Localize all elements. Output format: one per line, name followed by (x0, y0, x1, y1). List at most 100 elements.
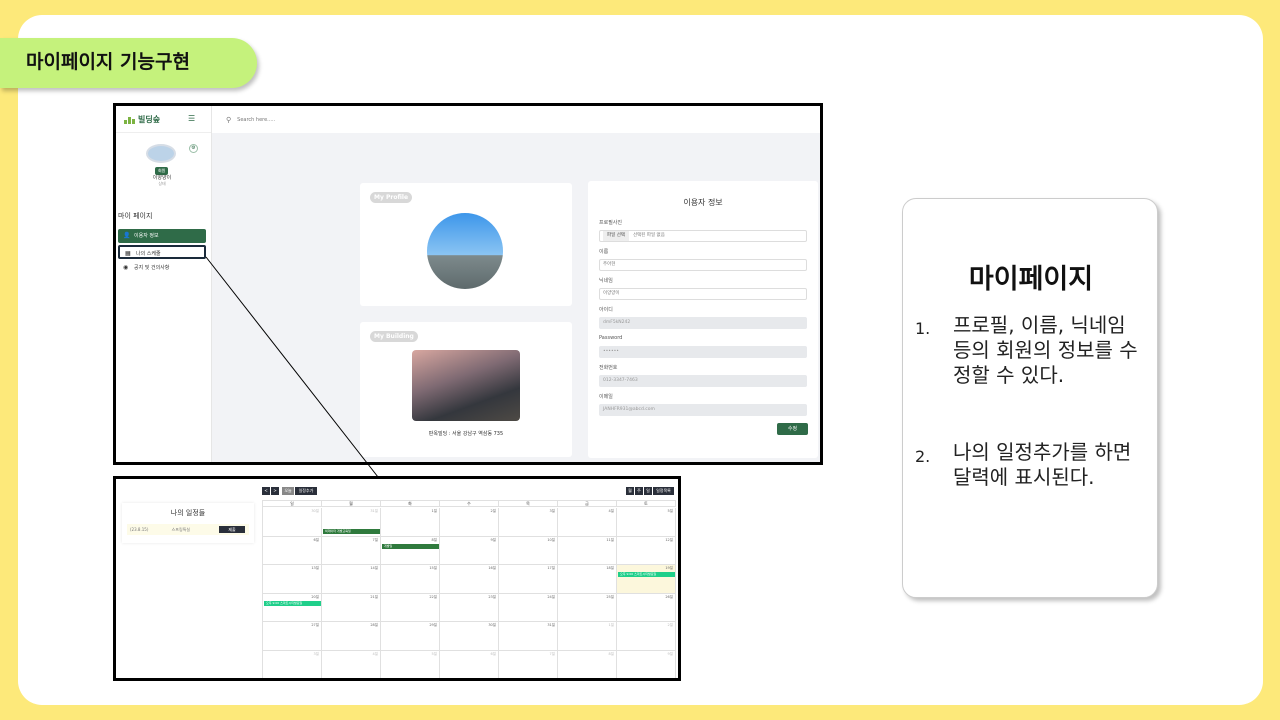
sidebar-item-label: 나의 스케줄 (136, 251, 161, 257)
view-week-button[interactable]: 주 (635, 487, 643, 495)
add-schedule-button[interactable]: 일정추가 (295, 487, 317, 495)
building-logo-icon (124, 115, 136, 124)
sidebar-item-user-info[interactable]: 👤 이용자 정보 (118, 229, 206, 243)
notice-icon: ◉ (123, 264, 129, 271)
gear-icon[interactable]: ⚙ (189, 144, 198, 153)
calendar-day[interactable]: 7일 (322, 536, 381, 565)
calendar-day[interactable]: 30일 (440, 622, 499, 651)
calendar-day[interactable]: 5일 (381, 650, 440, 678)
calendar-day[interactable]: 24일 (499, 593, 558, 622)
calendar-day[interactable]: 2일 (617, 622, 676, 651)
calendar-event[interactable]: 오후 9:00 스마트시티발표일 (618, 572, 675, 577)
weekday-header: 화 (381, 501, 440, 507)
calendar-day[interactable]: 22일 (381, 593, 440, 622)
calendar-day[interactable]: 18일 (558, 565, 617, 594)
sidebar-item-label: 공지 및 건의사항 (134, 265, 170, 271)
field-label: 이름 (599, 249, 609, 255)
calendar-day[interactable]: 6일 (263, 536, 322, 565)
calendar-event[interactable]: 빅데이터 개발교육일 (323, 529, 380, 534)
calendar-event[interactable]: 오후 9:00 스마트시티발표일 (264, 600, 321, 606)
sidebar-item-notice[interactable]: ◉ 공지 및 건의사항 (118, 261, 206, 275)
search-input[interactable]: Search here..... (237, 117, 275, 123)
avatar (146, 144, 176, 163)
schedule-date: (23.8.15) (130, 527, 149, 532)
logo[interactable]: 빌딩숲 (116, 106, 211, 133)
calendar-grid: 일 월 화 수 목 금 토 30일 31일 1일 2일 3일 4일 5일 6일 7일 8일 9일 10일 11일 12일… (262, 500, 676, 678)
calendar-day[interactable]: 31일 (499, 622, 558, 651)
mypage-app-window: 빌딩숲 ☰ ⚙ 회원 이양양이 상태 마이 페이지 👤 이용자 정보 ▦ 나의 스케… (113, 103, 823, 465)
today-button[interactable]: 오늘 (282, 487, 294, 495)
file-select-button[interactable]: 파일 선택 (603, 231, 629, 241)
calendar-day[interactable]: 12일 (617, 536, 676, 565)
schedule-submit-button[interactable]: 제출 (219, 526, 245, 533)
sidebar-item-my-schedule[interactable]: ▦ 나의 스케줄 (118, 245, 206, 259)
card-title: My Profile (370, 192, 413, 203)
calendar-day[interactable]: 7일 (499, 650, 558, 678)
calendar-day[interactable]: 9일 (617, 650, 676, 678)
user-status: 상태 (158, 181, 166, 186)
calendar-event[interactable]: 개발일 (382, 543, 439, 549)
nickname-field[interactable]: 이양양이 (599, 288, 807, 300)
calendar-day[interactable]: 30일 (263, 508, 322, 537)
search-icon: ⚲ (226, 115, 232, 124)
field-label: 닉네임 (599, 278, 613, 284)
calendar-day[interactable]: 2일 (440, 508, 499, 537)
calendar-day[interactable]: 16일 (440, 565, 499, 594)
description-card: 마이페이지 1. 프로필, 이름, 닉네임 등의 회원의 정보를 수정할 수 있… (902, 198, 1158, 598)
user-name: 이양양이 (152, 175, 172, 181)
sidebar: 빌딩숲 ☰ ⚙ 회원 이양양이 상태 마이 페이지 👤 이용자 정보 ▦ 나의 스케… (116, 106, 212, 462)
calendar-day[interactable]: 26일 (617, 593, 676, 622)
email-field: JANHFR931@abcd.com (599, 404, 807, 416)
user-icon: 👤 (123, 232, 131, 239)
calendar-day[interactable]: 3일 (499, 508, 558, 537)
calendar-day[interactable]: 25일 (558, 593, 617, 622)
calendar-day[interactable]: 15일 (381, 565, 440, 594)
description-title: 마이페이지 (968, 264, 1094, 295)
calendar-day[interactable]: 5일 (617, 508, 676, 537)
calendar-day[interactable]: 8일 (558, 650, 617, 678)
calendar-day[interactable]: 1일 (381, 508, 440, 537)
schedule-title: 나의 일정들 (170, 509, 206, 517)
calendar-day[interactable]: 10일 (499, 536, 558, 565)
calendar-day[interactable]: 1일 (558, 622, 617, 651)
edit-submit-button[interactable]: 수정 (777, 423, 808, 435)
calendar-day[interactable]: 28일 (322, 622, 381, 651)
calendar-day[interactable]: 27일 (263, 622, 322, 651)
calendar-day[interactable]: 29일 (381, 622, 440, 651)
password-field: •••••• (599, 346, 807, 358)
description-item: 프로필, 이름, 닉네임 등의 회원의 정보를 수정할 수 있다. (953, 313, 1138, 387)
calendar-day[interactable]: 6일 (440, 650, 499, 678)
calendar-day[interactable]: 3일 (263, 650, 322, 678)
calendar-day[interactable]: 23일 (440, 593, 499, 622)
calendar-day[interactable]: 20일 (263, 593, 322, 622)
prev-button[interactable]: < (262, 487, 270, 495)
calendar-day[interactable]: 17일 (499, 565, 558, 594)
schedule-item: (23.8.15) 스프링특실 제출 (127, 524, 249, 535)
calendar-day[interactable]: 13일 (263, 565, 322, 594)
building-card: My Building 판옥빌딩 : 서울 강남구 역삼동 735 (360, 322, 572, 457)
calendar-day[interactable]: 4일 (558, 508, 617, 537)
name-field[interactable]: 주아현 (599, 259, 807, 271)
view-day-button[interactable]: 일 (644, 487, 652, 495)
logo-text: 빌딩숲 (138, 114, 161, 124)
building-photo (412, 350, 520, 421)
calendar-day[interactable]: 9일 (440, 536, 499, 565)
profile-photo-field[interactable]: 파일 선택 선택된 파일 없음 (599, 230, 807, 242)
sidebar-item-label: 이용자 정보 (134, 233, 159, 239)
schedule-text: 스프링특실 (171, 527, 191, 532)
calendar-day[interactable]: 4일 (322, 650, 381, 678)
next-button[interactable]: > (271, 487, 279, 495)
view-month-button[interactable]: 월 (626, 487, 634, 495)
calendar-day[interactable]: 19일 (617, 565, 676, 594)
calendar-day[interactable]: 11일 (558, 536, 617, 565)
calendar-day[interactable]: 14일 (322, 565, 381, 594)
phone-field: 012-3347-7463 (599, 375, 807, 387)
hamburger-icon[interactable]: ☰ (188, 114, 195, 123)
file-status: 선택된 파일 없음 (633, 233, 665, 238)
description-item: 나의 일정추가를 하면 달력에 표시된다. (953, 440, 1132, 489)
calendar-day[interactable]: 21일 (322, 593, 381, 622)
calendar-day[interactable]: 8일 (381, 536, 440, 565)
view-list-button[interactable]: 일정목록 (653, 487, 674, 495)
weekday-header: 월 (322, 501, 381, 507)
calendar-window: 나의 일정들 (23.8.15) 스프링특실 제출 < > 오늘 일정추가 월 … (113, 476, 681, 681)
